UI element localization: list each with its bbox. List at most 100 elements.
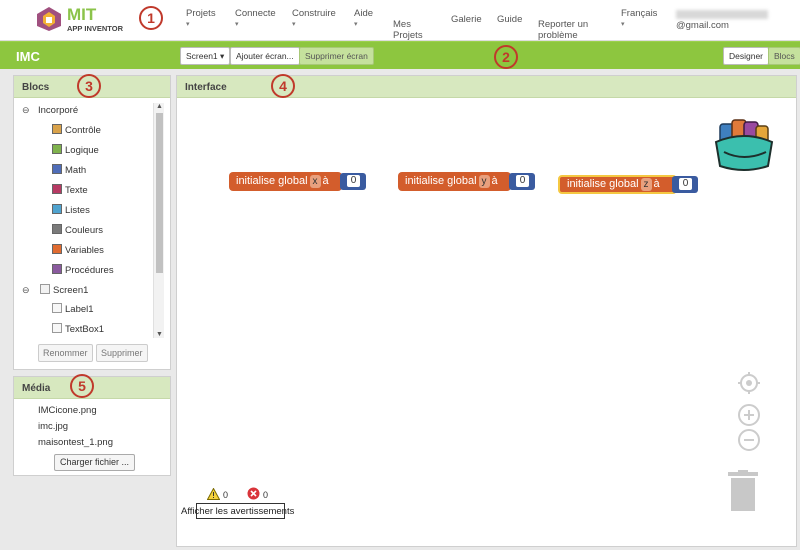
blocks-button[interactable]: Blocs [768, 47, 800, 65]
number-block[interactable]: 0 [340, 173, 366, 190]
chevron-down-icon: ▾ [186, 21, 190, 28]
backpack-icon[interactable] [710, 112, 778, 174]
component-label1-label: Label1 [65, 304, 94, 315]
rename-button[interactable]: Renommer [38, 344, 93, 362]
number-value[interactable]: 0 [516, 175, 529, 187]
menu-construire[interactable]: Construire ▾ [292, 8, 336, 30]
screen1-node[interactable]: Screen1 [40, 284, 88, 298]
designer-button[interactable]: Designer [723, 47, 770, 65]
collapse-icon[interactable]: ⊖ [22, 105, 30, 116]
drawer-logique-label: Logique [65, 145, 99, 156]
menu-connecte[interactable]: Connecte ▾ [235, 8, 276, 30]
blocks-workspace[interactable] [182, 98, 793, 543]
callout-3: 3 [77, 74, 101, 98]
top-navigation-bar: MIT APP INVENTOR Projets ▾ Connecte ▾ Co… [0, 0, 800, 41]
project-toolbar [0, 41, 800, 69]
drawer-controle[interactable]: Contrôle [52, 124, 101, 138]
builtin-category[interactable]: Incorporé [38, 104, 78, 118]
trash-icon[interactable] [727, 470, 759, 512]
global-variable-block[interactable]: initialise global y à [398, 172, 511, 191]
remove-screen-button[interactable]: Supprimer écran [299, 47, 374, 65]
warning-icon [207, 488, 220, 500]
menu-projets-label: Projets [186, 8, 216, 19]
drawer-math[interactable]: Math [52, 164, 86, 178]
swatch-icon [52, 184, 62, 194]
component-textbox1[interactable]: TextBox1 [52, 323, 104, 337]
app-inventor-logo[interactable]: MIT APP INVENTOR [33, 4, 133, 36]
menu-aide[interactable]: Aide ▾ [354, 8, 373, 30]
drawer-procedures[interactable]: Procédures [52, 264, 114, 278]
workspace-panel-header: Interface [177, 76, 796, 98]
variable-name[interactable]: y [478, 175, 490, 188]
app-inventor-logo-icon [37, 7, 61, 31]
menu-connecte-label: Connecte [235, 8, 276, 19]
delete-button[interactable]: Supprimer [96, 344, 148, 362]
callout-4: 4 [271, 74, 295, 98]
drawer-texte-label: Texte [65, 185, 88, 196]
drawer-listes-label: Listes [65, 205, 90, 216]
global-variable-block-selected[interactable]: initialise global z à [558, 175, 677, 194]
textbox-icon [52, 323, 62, 333]
warnings-count: 0 [223, 490, 229, 500]
drawer-texte[interactable]: Texte [52, 184, 88, 198]
screen-select-dropdown[interactable]: Screen1 ▾ [180, 47, 231, 65]
scroll-thumb[interactable] [156, 113, 163, 273]
project-name: IMC [16, 49, 40, 64]
logo-title: MIT [67, 5, 97, 24]
add-screen-button[interactable]: Ajouter écran... [230, 47, 300, 65]
chevron-down-icon: ▾ [354, 21, 358, 28]
scroll-down-icon[interactable]: ▼ [156, 331, 163, 338]
menu-langue[interactable]: Français ▾ [621, 8, 657, 30]
menu-guide[interactable]: Guide [497, 14, 522, 25]
media-file[interactable]: maisontest_1.png [38, 437, 113, 448]
swatch-icon [52, 264, 62, 274]
menu-langue-label: Français [621, 8, 658, 19]
block-suffix: à [653, 178, 660, 190]
collapse-icon[interactable]: ⊖ [22, 285, 30, 296]
block-prefix: initialise global [567, 178, 639, 190]
component-label1[interactable]: Label1 [52, 303, 94, 317]
number-block[interactable]: 0 [509, 173, 535, 190]
blocks-scrollbar[interactable]: ▲ ▼ [153, 103, 164, 338]
chevron-down-icon: ▾ [621, 21, 625, 28]
scroll-up-icon[interactable]: ▲ [156, 103, 163, 110]
variable-name[interactable]: z [640, 178, 652, 191]
media-file[interactable]: imc.jpg [38, 421, 68, 432]
drawer-couleurs[interactable]: Couleurs [52, 224, 103, 238]
show-warnings-label: Afficher les avertissements [181, 506, 295, 517]
menu-projets[interactable]: Projets ▾ [186, 8, 216, 30]
drawer-variables[interactable]: Variables [52, 244, 104, 258]
email-suffix: @gmail.com [676, 20, 729, 31]
number-value[interactable]: 0 [347, 175, 360, 187]
screen-icon [40, 284, 50, 294]
menu-mes-projets-label: Mes Projets [393, 19, 423, 41]
drawer-controle-label: Contrôle [65, 125, 101, 136]
label-icon [52, 303, 62, 313]
global-variable-block[interactable]: initialise global x à [229, 172, 342, 191]
drawer-listes[interactable]: Listes [52, 204, 90, 218]
block-suffix: à [491, 175, 498, 187]
zoom-in-icon[interactable] [737, 403, 761, 427]
recenter-icon[interactable] [737, 371, 761, 395]
blocks-panel-title: Blocs [22, 82, 50, 93]
drawer-couleurs-label: Couleurs [65, 225, 104, 236]
number-value[interactable]: 0 [679, 178, 692, 190]
media-file[interactable]: IMCicone.png [38, 405, 97, 416]
drawer-logique[interactable]: Logique [52, 144, 99, 158]
drawer-math-label: Math [65, 165, 87, 176]
menu-reporter-probleme[interactable]: Reporter un problème [538, 8, 588, 41]
chevron-down-icon: ▾ [292, 21, 296, 28]
menu-aide-label: Aide [354, 8, 374, 19]
block-suffix: à [322, 175, 329, 187]
zoom-out-icon[interactable] [737, 428, 761, 452]
logo-subtitle: APP INVENTOR [67, 24, 123, 33]
block-prefix: initialise global [236, 175, 308, 187]
upload-file-button[interactable]: Charger fichier ... [54, 454, 136, 471]
menu-galerie[interactable]: Galerie [451, 14, 482, 25]
number-block[interactable]: 0 [672, 176, 698, 193]
account-menu[interactable]: @gmail.com [676, 9, 800, 31]
swatch-icon [52, 224, 62, 234]
menu-mes-projets[interactable]: Mes Projets [393, 8, 423, 41]
swatch-icon [52, 164, 62, 174]
variable-name[interactable]: x [309, 175, 321, 188]
